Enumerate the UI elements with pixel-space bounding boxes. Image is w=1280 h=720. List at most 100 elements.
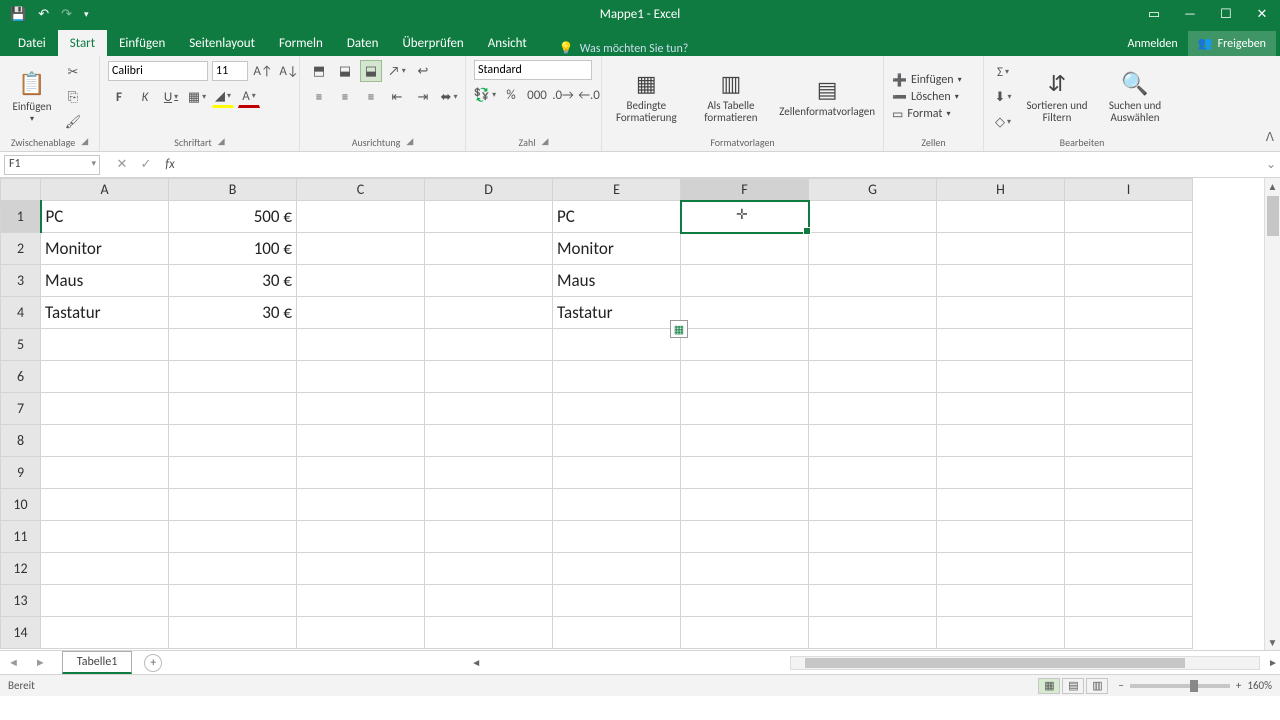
zoom-level[interactable]: 160% xyxy=(1247,679,1272,692)
cell-I8[interactable] xyxy=(1065,425,1193,457)
row-header-9[interactable]: 9 xyxy=(1,457,41,489)
cell-A10[interactable] xyxy=(41,489,169,521)
cell-H10[interactable] xyxy=(937,489,1065,521)
cell-G3[interactable] xyxy=(809,265,937,297)
cell-G6[interactable] xyxy=(809,361,937,393)
scroll-down-icon[interactable]: ▼ xyxy=(1265,634,1280,650)
cell-D4[interactable] xyxy=(425,297,553,329)
cell-C4[interactable] xyxy=(297,297,425,329)
format-painter-icon[interactable]: 🖌 xyxy=(62,111,84,133)
cell-B7[interactable] xyxy=(169,393,297,425)
tab-insert[interactable]: Einfügen xyxy=(107,30,177,56)
sign-in-button[interactable]: Anmelden xyxy=(1118,32,1188,56)
col-header-E[interactable]: E xyxy=(553,179,681,201)
row-header-8[interactable]: 8 xyxy=(1,425,41,457)
cell-C7[interactable] xyxy=(297,393,425,425)
name-box[interactable]: F1 xyxy=(4,155,100,175)
cell-D12[interactable] xyxy=(425,553,553,585)
cell-G1[interactable] xyxy=(809,201,937,233)
cell-H4[interactable] xyxy=(937,297,1065,329)
cell-I3[interactable] xyxy=(1065,265,1193,297)
delete-cells-button[interactable]: ➖Löschen▾ xyxy=(892,90,962,105)
cell-I1[interactable] xyxy=(1065,201,1193,233)
cell-F2[interactable] xyxy=(681,233,809,265)
cell-H11[interactable] xyxy=(937,521,1065,553)
cell-F1[interactable] xyxy=(681,201,809,233)
cell-A12[interactable] xyxy=(41,553,169,585)
cell-E11[interactable] xyxy=(553,521,681,553)
cell-A11[interactable] xyxy=(41,521,169,553)
row-header-10[interactable]: 10 xyxy=(1,489,41,521)
cell-B12[interactable] xyxy=(169,553,297,585)
page-layout-view-icon[interactable]: ▤ xyxy=(1062,678,1084,694)
cell-F14[interactable] xyxy=(681,617,809,649)
cell-B8[interactable] xyxy=(169,425,297,457)
cell-E10[interactable] xyxy=(553,489,681,521)
cell-B1[interactable]: 500 € xyxy=(169,201,297,233)
font-size-select[interactable] xyxy=(212,61,248,81)
cell-E12[interactable] xyxy=(553,553,681,585)
borders-icon[interactable]: ▦ xyxy=(186,86,208,108)
cell-B3[interactable]: 30 € xyxy=(169,265,297,297)
share-button[interactable]: 👥 Freigeben xyxy=(1188,31,1276,56)
number-format-select[interactable] xyxy=(474,60,592,80)
expand-formula-icon[interactable]: ⌄ xyxy=(1262,157,1280,172)
formula-input[interactable] xyxy=(182,157,1262,172)
cell-I14[interactable] xyxy=(1065,617,1193,649)
cell-E9[interactable] xyxy=(553,457,681,489)
row-header-2[interactable]: 2 xyxy=(1,233,41,265)
cell-G7[interactable] xyxy=(809,393,937,425)
cell-F12[interactable] xyxy=(681,553,809,585)
cell-G11[interactable] xyxy=(809,521,937,553)
row-header-5[interactable]: 5 xyxy=(1,329,41,361)
dialog-launcher-icon[interactable]: ◢ xyxy=(406,136,413,149)
worksheet-grid[interactable]: ABCDEFGHI1PC500 €PC2Monitor100 €Monitor3… xyxy=(0,178,1280,650)
autosum-icon[interactable]: Σ xyxy=(992,61,1014,83)
align-right-icon[interactable]: ≡ xyxy=(360,86,382,108)
insert-cells-button[interactable]: ➕Einfügen▾ xyxy=(892,73,962,88)
cell-D8[interactable] xyxy=(425,425,553,457)
cell-F10[interactable] xyxy=(681,489,809,521)
page-break-view-icon[interactable]: ▥ xyxy=(1086,678,1108,694)
cell-I13[interactable] xyxy=(1065,585,1193,617)
cell-C1[interactable] xyxy=(297,201,425,233)
cell-A1[interactable]: PC xyxy=(41,201,169,233)
cell-E3[interactable]: Maus xyxy=(553,265,681,297)
cell-B4[interactable]: 30 € xyxy=(169,297,297,329)
undo-icon[interactable]: ↶ xyxy=(38,7,49,22)
hscroll-right-icon[interactable]: ► xyxy=(1266,656,1280,669)
tab-page-layout[interactable]: Seitenlayout xyxy=(177,30,267,56)
row-header-1[interactable]: 1 xyxy=(1,201,41,233)
zoom-out-icon[interactable]: − xyxy=(1118,679,1123,692)
cell-G10[interactable] xyxy=(809,489,937,521)
bold-button[interactable]: F xyxy=(108,86,130,108)
sheet-nav-next-icon[interactable]: ► xyxy=(27,656,54,669)
cell-D5[interactable] xyxy=(425,329,553,361)
cell-H12[interactable] xyxy=(937,553,1065,585)
cell-I6[interactable] xyxy=(1065,361,1193,393)
cell-A6[interactable] xyxy=(41,361,169,393)
cell-H8[interactable] xyxy=(937,425,1065,457)
cell-D9[interactable] xyxy=(425,457,553,489)
cell-B2[interactable]: 100 € xyxy=(169,233,297,265)
align-middle-icon[interactable]: ⬓ xyxy=(334,60,356,82)
comma-icon[interactable]: 000 xyxy=(526,84,548,106)
fill-color-icon[interactable]: ◢ xyxy=(212,86,234,108)
col-header-F[interactable]: F xyxy=(681,179,809,201)
cell-I10[interactable] xyxy=(1065,489,1193,521)
cell-F13[interactable] xyxy=(681,585,809,617)
cell-C6[interactable] xyxy=(297,361,425,393)
cell-F6[interactable] xyxy=(681,361,809,393)
sort-filter-button[interactable]: ⇵Sortieren und Filtern xyxy=(1022,70,1092,124)
copy-icon[interactable]: ⎘ xyxy=(62,86,84,108)
tab-formulas[interactable]: Formeln xyxy=(267,30,335,56)
row-header-14[interactable]: 14 xyxy=(1,617,41,649)
cell-F11[interactable] xyxy=(681,521,809,553)
shrink-font-icon[interactable]: A↓ xyxy=(278,60,300,82)
cell-C14[interactable] xyxy=(297,617,425,649)
cell-E1[interactable]: PC xyxy=(553,201,681,233)
cell-E4[interactable]: Tastatur xyxy=(553,297,681,329)
cell-E5[interactable] xyxy=(553,329,681,361)
cell-I5[interactable] xyxy=(1065,329,1193,361)
cell-C12[interactable] xyxy=(297,553,425,585)
